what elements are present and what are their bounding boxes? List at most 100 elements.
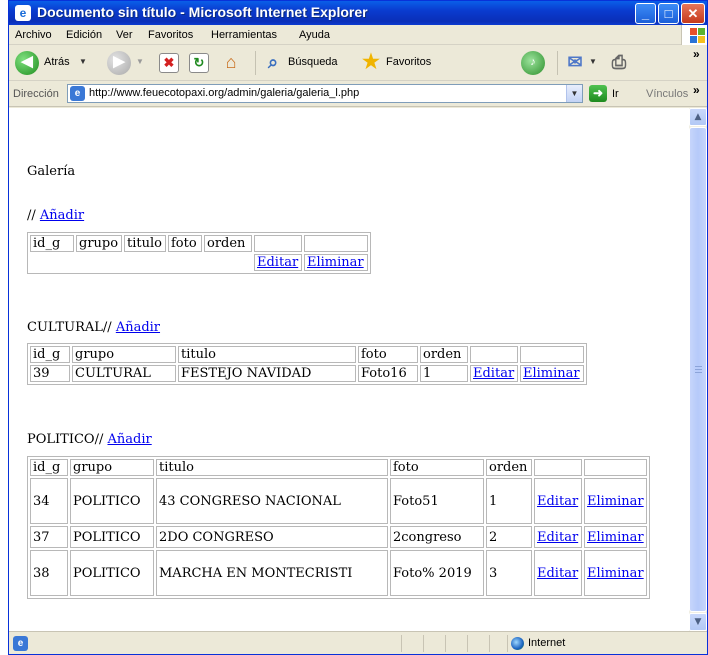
title-cell: FESTEJO NAVIDAD	[178, 365, 356, 382]
edit-link[interactable]: Editar	[537, 494, 578, 509]
media-button[interactable]: ♪	[521, 51, 545, 75]
id-cell: 37	[30, 526, 68, 548]
address-field[interactable]: e http://www.feuecotopaxi.org/admin/gale…	[67, 84, 583, 103]
add-link[interactable]: Añadir	[116, 320, 160, 335]
empty-cell	[30, 254, 252, 271]
address-dropdown-icon[interactable]: ▼	[566, 85, 582, 102]
photo-cell: Foto51	[390, 478, 484, 524]
minimize-button[interactable]: _	[635, 3, 656, 24]
back-dropdown-icon[interactable]: ▼	[79, 57, 87, 66]
home-button[interactable]: ⌂	[221, 51, 247, 75]
close-button[interactable]: ✕	[681, 3, 705, 24]
print-button[interactable]: ⎙	[609, 51, 635, 75]
group-cell: POLITICO	[70, 550, 154, 596]
table-row: 38 POLITICO MARCHA EN MONTECRISTI Foto% …	[30, 550, 647, 596]
status-pane	[401, 635, 423, 652]
header-cell: titulo	[178, 346, 356, 363]
add-link[interactable]: Añadir	[40, 208, 84, 223]
back-button[interactable]: ◀ Atrás ▼	[15, 51, 99, 75]
stop-icon: ✖	[159, 53, 179, 73]
go-arrow-icon[interactable]: ➜	[589, 85, 607, 102]
table-header-row: id_g grupo titulo foto orden	[30, 346, 584, 363]
address-url[interactable]: http://www.feuecotopaxi.org/admin/galeri…	[89, 87, 359, 99]
close-icon: ✕	[687, 6, 699, 21]
section-prefix: POLITICO//	[27, 432, 104, 447]
group-cell: POLITICO	[70, 478, 154, 524]
delete-cell: Eliminar	[584, 526, 647, 548]
header-cell	[304, 235, 368, 252]
delete-cell: Eliminar	[520, 365, 584, 382]
table-row: 39 CULTURAL FESTEJO NAVIDAD Foto16 1 Edi…	[30, 365, 584, 382]
standard-toolbar: ◀ Atrás ▼ ▶ ▼ ✖ ↻ ⌂ ⌕ Búsqueda ★ Favorit…	[9, 45, 707, 81]
scroll-thumb[interactable]	[689, 127, 707, 612]
section-header: CULTURAL// Añadir	[27, 320, 160, 335]
maximize-button[interactable]: □	[658, 3, 679, 24]
back-label: Atrás	[44, 56, 70, 68]
delete-link[interactable]: Eliminar	[587, 530, 644, 545]
status-pane	[489, 635, 507, 652]
order-cell: 3	[486, 550, 532, 596]
menu-archivo[interactable]: Archivo	[15, 29, 52, 41]
search-button[interactable]: ⌕ Búsqueda	[263, 51, 355, 75]
id-cell: 39	[30, 365, 70, 382]
edit-link[interactable]: Editar	[537, 530, 578, 545]
toolbar-overflow-icon[interactable]: »	[693, 47, 700, 61]
delete-link[interactable]: Eliminar	[587, 566, 644, 581]
edit-cell: Editar	[470, 365, 518, 382]
edit-link[interactable]: Editar	[257, 255, 298, 270]
toolbar-separator	[557, 51, 558, 75]
links-overflow-icon[interactable]: »	[693, 83, 700, 97]
add-link[interactable]: Añadir	[107, 432, 151, 447]
delete-link[interactable]: Eliminar	[307, 255, 364, 270]
order-cell: 1	[420, 365, 468, 382]
gallery-table: id_g grupo titulo foto orden 34 POLITICO…	[27, 456, 650, 599]
favorites-star-icon: ★	[362, 51, 380, 73]
header-cell: id_g	[30, 346, 70, 363]
photo-cell: Foto% 2019	[390, 550, 484, 596]
search-label: Búsqueda	[288, 56, 338, 68]
status-bar: e Internet	[9, 631, 707, 654]
scroll-down-icon[interactable]: ▼	[689, 613, 707, 631]
links-button[interactable]: Vínculos	[646, 88, 688, 100]
mail-dropdown-icon[interactable]: ▼	[589, 57, 597, 66]
go-button[interactable]: Ir	[612, 88, 619, 100]
menu-edicion[interactable]: Edición	[66, 29, 102, 41]
header-cell	[584, 459, 647, 476]
forward-dropdown-icon[interactable]: ▼	[136, 57, 144, 66]
scroll-grip	[695, 369, 702, 370]
menu-ayuda[interactable]: Ayuda	[299, 29, 330, 41]
maximize-icon: □	[664, 6, 673, 21]
delete-link[interactable]: Eliminar	[523, 366, 580, 381]
scroll-up-icon[interactable]: ▲	[689, 108, 707, 126]
mail-button[interactable]: ✉ ▼	[565, 51, 601, 75]
gallery-table: id_g grupo titulo foto orden 39 CULTURAL…	[27, 343, 587, 385]
favorites-label: Favoritos	[386, 56, 432, 68]
stop-button[interactable]: ✖	[159, 51, 183, 75]
refresh-button[interactable]: ↻	[189, 51, 213, 75]
header-cell: foto	[358, 346, 418, 363]
favorites-button[interactable]: ★ Favoritos	[361, 51, 453, 75]
title-cell: MARCHA EN MONTECRISTI	[156, 550, 388, 596]
menu-herramientas[interactable]: Herramientas	[211, 29, 277, 41]
title-bar[interactable]: e Documento sin título - Microsoft Inter…	[9, 1, 707, 25]
media-icon: ♪	[521, 51, 545, 75]
table-header-row: id_g grupo titulo foto orden	[30, 235, 368, 252]
menu-favoritos[interactable]: Favoritos	[148, 29, 193, 41]
menu-ver[interactable]: Ver	[116, 29, 133, 41]
delete-link[interactable]: Eliminar	[587, 494, 644, 509]
order-cell: 1	[486, 478, 532, 524]
vertical-scrollbar[interactable]: ▲ ▼	[689, 108, 707, 631]
header-cell: titulo	[124, 235, 166, 252]
header-cell: orden	[204, 235, 252, 252]
refresh-icon: ↻	[189, 53, 209, 73]
menu-bar: Archivo Edición Ver Favoritos Herramient…	[9, 25, 707, 45]
edit-link[interactable]: Editar	[473, 366, 514, 381]
edit-cell: Editar	[534, 526, 582, 548]
forward-button[interactable]: ▶ ▼	[107, 51, 149, 75]
browser-window: e Documento sin título - Microsoft Inter…	[8, 0, 708, 655]
edit-link[interactable]: Editar	[537, 566, 578, 581]
minimize-icon: _	[641, 6, 650, 21]
delete-cell: Eliminar	[584, 550, 647, 596]
header-cell: id_g	[30, 459, 68, 476]
order-cell: 2	[486, 526, 532, 548]
